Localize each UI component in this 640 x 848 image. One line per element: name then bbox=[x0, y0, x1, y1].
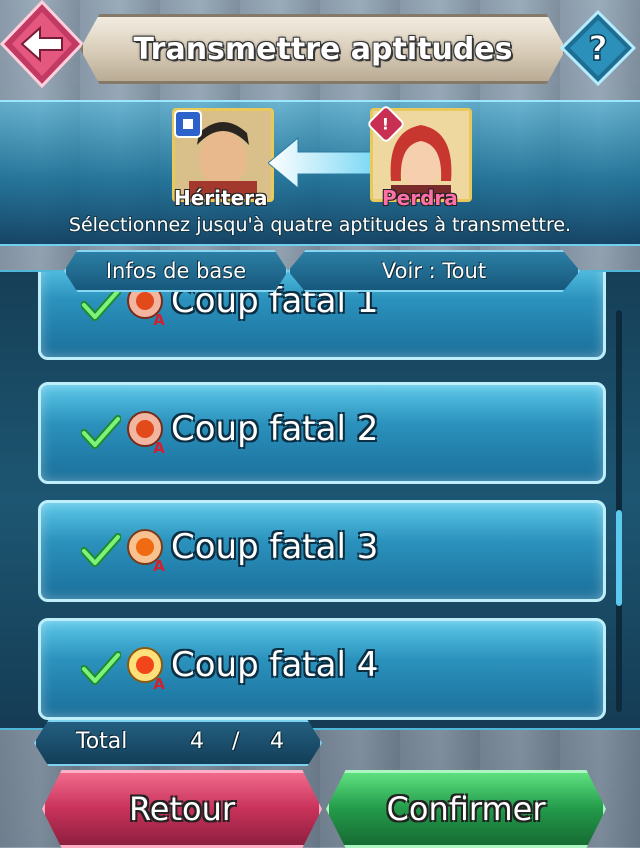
svg-text:A: A bbox=[153, 557, 165, 573]
total-separator: / bbox=[232, 729, 240, 754]
skill-list[interactable]: A Coup fatal 1 A Coup fatal 2 A Coup fat… bbox=[0, 270, 640, 730]
check-icon bbox=[81, 287, 121, 321]
skill-name: Coup fatal 3 bbox=[171, 527, 379, 567]
total-max: 4 bbox=[270, 729, 284, 754]
back-arrow-button[interactable] bbox=[0, 0, 84, 88]
instruction-text: Sélectionnez jusqu'à quatre aptitudes à … bbox=[68, 214, 572, 236]
skill-row[interactable]: A Coup fatal 2 bbox=[38, 382, 606, 484]
svg-text:A: A bbox=[153, 675, 165, 691]
svg-text:A: A bbox=[153, 311, 165, 327]
total-current: 4 bbox=[190, 729, 204, 754]
svg-text:?: ? bbox=[588, 29, 608, 69]
special-skill-icon: A bbox=[127, 411, 165, 455]
heir-label: Héritera bbox=[174, 186, 268, 210]
confirm-button[interactable]: Confirmer bbox=[326, 770, 606, 848]
title-bar: Transmettre aptitudes bbox=[80, 14, 566, 84]
skill-row[interactable]: A Coup fatal 4 bbox=[38, 618, 606, 720]
check-icon bbox=[81, 651, 121, 685]
loser-label: Perdra bbox=[382, 186, 458, 210]
check-icon bbox=[81, 533, 121, 567]
help-button[interactable]: ? bbox=[560, 10, 636, 86]
scrollbar-thumb[interactable] bbox=[616, 510, 622, 606]
transfer-arrow-icon bbox=[268, 136, 372, 190]
total-label: Total bbox=[76, 729, 128, 754]
page-title: Transmettre aptitudes bbox=[133, 31, 513, 67]
view-filter-dropdown[interactable]: Voir : Tout bbox=[288, 250, 580, 292]
check-icon bbox=[81, 415, 121, 449]
special-skill-icon: A bbox=[127, 529, 165, 573]
svg-text:A: A bbox=[153, 439, 165, 455]
total-counter: Total 4 / 4 bbox=[34, 720, 322, 766]
square-badge-icon bbox=[174, 110, 202, 138]
back-button[interactable]: Retour bbox=[42, 770, 322, 848]
skill-name: Coup fatal 2 bbox=[171, 409, 379, 449]
tab-basic-info[interactable]: Infos de base bbox=[64, 250, 288, 292]
skill-name: Coup fatal 4 bbox=[171, 645, 379, 685]
special-skill-icon: A bbox=[127, 647, 165, 691]
skill-row[interactable]: A Coup fatal 3 bbox=[38, 500, 606, 602]
